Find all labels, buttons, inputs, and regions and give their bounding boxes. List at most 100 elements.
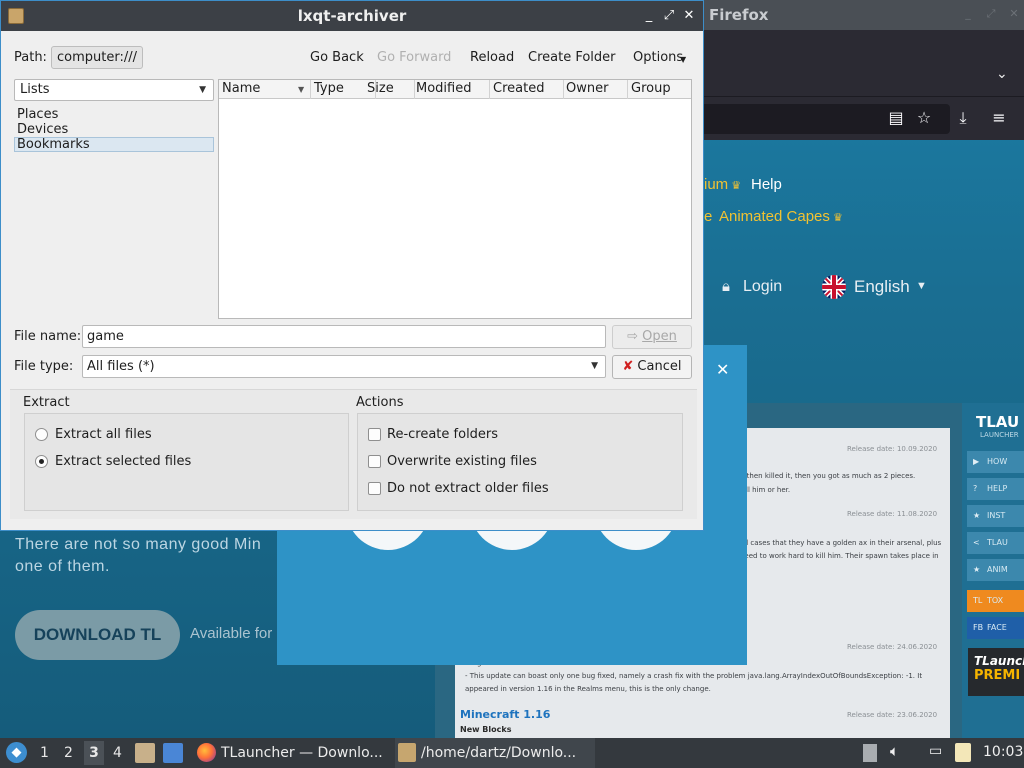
caret-down-icon[interactable]: ▼	[916, 280, 927, 292]
download-icon[interactable]: ⤓	[953, 108, 973, 128]
dialog-title: lxqt-archiver	[297, 7, 407, 25]
nav-animated-capes-link[interactable]: Animated Capes ♛	[719, 208, 843, 225]
column-header-created[interactable]: Created	[490, 80, 564, 99]
news-line: kill him or her.	[740, 486, 791, 494]
archive-app-icon	[398, 743, 416, 762]
volume-icon[interactable]: 🔈︎	[890, 742, 910, 762]
sidebar-item[interactable]: ★ INST	[967, 505, 1024, 527]
chevron-down-icon: ▼	[680, 55, 687, 64]
clipboard-icon[interactable]	[955, 743, 971, 762]
maximize-icon[interactable]: ⤢	[985, 8, 997, 20]
bookmark-star-icon[interactable]: ☆	[914, 108, 934, 128]
reload-button[interactable]: Reload	[470, 50, 514, 65]
release-date: Release date: 23.06.2020	[847, 711, 938, 719]
minimize-icon[interactable]: _	[962, 8, 974, 20]
column-header-owner[interactable]: Owner	[563, 80, 628, 99]
options-button[interactable]: Options	[633, 50, 683, 65]
minimize-icon[interactable]: _	[641, 7, 657, 25]
extract-selected-label[interactable]: Extract selected files	[55, 454, 191, 469]
desktop-switch-2[interactable]: 2	[64, 745, 73, 761]
login-link[interactable]: Login	[743, 278, 782, 296]
places-item[interactable]: Places	[17, 107, 58, 122]
chevron-down-icon: ▼	[199, 85, 206, 95]
open-button[interactable]: ⇨ Open	[612, 325, 692, 349]
news-line: d then killed it, then you got as much a…	[740, 472, 916, 480]
path-button[interactable]: computer:///	[51, 46, 143, 69]
extract-selected-radio[interactable]	[35, 455, 48, 468]
column-header-modified[interactable]: Modified	[413, 80, 490, 99]
removable-disk-icon[interactable]	[863, 744, 877, 762]
desktop-switch-1[interactable]: 1	[40, 745, 49, 761]
desktop-switch-3[interactable]: 3	[84, 741, 104, 765]
nav-help-link[interactable]: Help	[751, 176, 782, 193]
column-header-size[interactable]: Size	[364, 80, 415, 99]
maximize-icon[interactable]: ⤢	[661, 7, 677, 25]
overwrite-existing-label[interactable]: Overwrite existing files	[387, 454, 537, 469]
desktop-switch-4[interactable]: 4	[113, 745, 122, 761]
premium-banner[interactable]: TLaunchPREMI	[968, 648, 1024, 696]
file-list-header: Name ▼ Type Size Modified Created Owner …	[219, 80, 691, 99]
file-manager-icon[interactable]	[135, 743, 155, 763]
no-older-label[interactable]: Do not extract older files	[387, 481, 549, 496]
cancel-button[interactable]: ✘ Cancel	[612, 355, 692, 379]
no-older-checkbox[interactable]	[368, 482, 381, 495]
sidebar-item-tl[interactable]: TL TOX	[967, 590, 1024, 612]
recreate-folders-checkbox[interactable]	[368, 428, 381, 441]
path-label: Path:	[14, 50, 47, 65]
show-desktop-icon[interactable]	[163, 743, 183, 763]
sidebar-item[interactable]: ▶ HOW	[967, 451, 1024, 473]
close-icon[interactable]: ✕	[1008, 8, 1020, 20]
star-icon: ★	[973, 511, 981, 520]
chevron-down-icon: ▼	[591, 361, 598, 371]
chevron-down-icon[interactable]: ⌄	[996, 66, 1008, 82]
go-back-button[interactable]: Go Back	[310, 50, 364, 65]
extract-all-label[interactable]: Extract all files	[55, 427, 152, 442]
open-icon: ⇨	[627, 329, 643, 344]
news-line: all cases that they have a golden ax in …	[740, 539, 942, 547]
help-icon: ?	[973, 484, 978, 493]
news-line: need to work hard to kill him. Their spa…	[740, 552, 939, 560]
close-icon[interactable]: ✕	[716, 360, 729, 379]
news-line: appeared in version 1.16 in the Realms m…	[465, 685, 711, 693]
hero-text: There are not so many good Min	[15, 536, 262, 553]
bookmarks-item[interactable]: Bookmarks	[17, 137, 90, 152]
sidebar-item-fb[interactable]: FB FACE	[967, 617, 1024, 639]
start-menu-icon[interactable]: ◆	[6, 742, 27, 763]
devices-item[interactable]: Devices	[17, 122, 68, 137]
available-for-text: Available for	[190, 625, 273, 642]
nav-fragment[interactable]: e	[704, 208, 712, 225]
menu-icon[interactable]: ≡	[989, 108, 1009, 128]
extract-all-radio[interactable]	[35, 428, 48, 441]
sidebar-item[interactable]: ? HELP	[967, 478, 1024, 500]
create-folder-button[interactable]: Create Folder	[528, 50, 616, 65]
network-icon[interactable]: ▭	[929, 743, 949, 763]
column-header-group[interactable]: Group	[628, 80, 691, 99]
news-headline[interactable]: Minecraft 1.16	[460, 708, 550, 721]
share-icon: <	[973, 538, 980, 547]
sidebar-item[interactable]: ★ ANIM	[967, 559, 1024, 581]
file-name-input[interactable]	[82, 325, 606, 348]
taskbar-task-archiver[interactable]: /home/dartz/Downlo...	[395, 738, 595, 768]
close-icon[interactable]: ✕	[681, 7, 697, 25]
download-tl-button[interactable]: DOWNLOAD TL	[15, 610, 180, 660]
taskbar-task-firefox[interactable]: TLauncher — Downlo...	[195, 738, 390, 768]
nav-premium-link[interactable]: ium ♛	[704, 176, 741, 193]
firefox-window-title: Firefox	[709, 6, 769, 24]
play-icon: ▶	[973, 457, 980, 466]
clock[interactable]: 10:03	[983, 744, 1023, 760]
sidebar-item[interactable]: < TLAU	[967, 532, 1024, 554]
news-line: - This update can boast only one bug fix…	[465, 672, 923, 680]
file-type-combo[interactable]: All files (*) ▼	[82, 355, 606, 378]
file-list[interactable]: Name ▼ Type Size Modified Created Owner …	[218, 79, 692, 319]
overwrite-existing-checkbox[interactable]	[368, 455, 381, 468]
language-selector[interactable]: English	[854, 277, 910, 297]
cancel-icon: ✘	[622, 359, 634, 374]
lists-combo[interactable]: Lists ▼	[14, 79, 214, 101]
reader-view-icon[interactable]: ▤	[886, 108, 906, 128]
go-forward-button[interactable]: Go Forward	[377, 50, 451, 65]
archiver-dialog: lxqt-archiver _ ⤢ ✕ Path: computer:/// G…	[0, 0, 704, 531]
url-bar[interactable]	[700, 104, 950, 134]
tlauncher-logo-sub: LAUNCHER	[980, 431, 1019, 439]
recreate-folders-label[interactable]: Re-create folders	[387, 427, 498, 442]
file-type-label: File type:	[14, 359, 74, 374]
